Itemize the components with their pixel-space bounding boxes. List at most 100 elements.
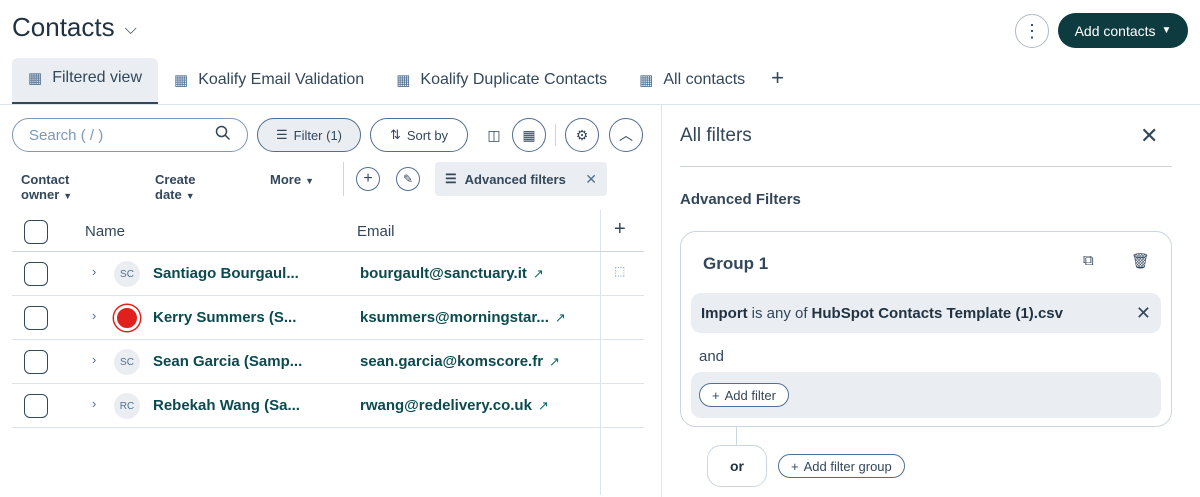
criterion-property: Import (701, 304, 748, 322)
more-label: More (270, 172, 302, 187)
chevron-right-icon[interactable]: › (92, 308, 96, 323)
add-contacts-button[interactable]: Add contacts ▼ (1058, 13, 1188, 48)
panel-title: All filters (680, 125, 752, 146)
email-text: ksummers@morningstar... (360, 309, 549, 326)
create-date-dropdown[interactable]: Create date ▼ (155, 172, 195, 202)
filter-group: Group 1 ⧉ 🗑 Import is any of HubSpot Con… (680, 231, 1172, 427)
page-title-text: Contacts (12, 12, 115, 42)
row-checkbox[interactable] (24, 394, 48, 418)
group-connector (736, 427, 737, 445)
filter-lines-icon: ☰ (275, 127, 288, 142)
table-view-button[interactable]: ▦ (512, 118, 546, 152)
chevron-down-icon: ⌵ (124, 20, 137, 38)
column-header-name[interactable]: Name (85, 223, 125, 240)
table-icon: ▦ (522, 126, 536, 143)
caret-down-icon: ▼ (185, 191, 195, 201)
filters-divider (343, 162, 344, 196)
external-link-icon[interactable]: ↗ (533, 266, 544, 282)
external-link-icon[interactable]: ↗ (555, 310, 566, 326)
panel-divider (680, 166, 1172, 167)
more-filters-dropdown[interactable]: More ▼ (270, 172, 314, 187)
plus-icon: + (791, 458, 799, 474)
tab-filtered-view[interactable]: ▦ Filtered view (12, 58, 158, 104)
select-all-checkbox[interactable] (24, 220, 48, 244)
contacts-table: Name Email + › SC Santiago Bourgaul... b… (12, 210, 644, 495)
gear-icon: ⚙ (575, 126, 589, 143)
contact-name-link[interactable]: Santiago Bourgaul... (153, 265, 299, 282)
advanced-filters-label: Advanced filters (464, 171, 566, 187)
external-link-icon[interactable]: ↗ (549, 354, 560, 370)
caret-down-icon: ▼ (63, 191, 73, 201)
plus-icon: + (771, 65, 785, 90)
sort-button[interactable]: ⇅ Sort by (370, 118, 468, 152)
add-filter-button[interactable]: + Add filter (699, 383, 789, 407)
close-panel-button[interactable]: ✕ (1140, 123, 1158, 149)
sort-label: Sort by (406, 127, 449, 143)
table-row[interactable]: › SC Santiago Bourgaul... bourgault@sanc… (12, 252, 644, 296)
add-filter-row: + Add filter (691, 372, 1161, 418)
email-text: sean.garcia@komscore.fr (360, 353, 544, 370)
row-checkbox[interactable] (24, 262, 48, 286)
close-icon[interactable]: ✕ (585, 171, 597, 188)
add-contacts-label: Add contacts (1074, 22, 1156, 39)
table-icon: ▦ (396, 72, 411, 89)
plus-icon: + (712, 387, 720, 403)
filter-criterion[interactable]: Import is any of HubSpot Contacts Templa… (691, 293, 1161, 333)
row-checkbox[interactable] (24, 350, 48, 374)
filter-button[interactable]: ☰ Filter (1) (257, 118, 361, 152)
contact-email-link[interactable]: bourgault@sanctuary.it ↗ (360, 265, 544, 282)
table-row[interactable]: › SC Sean Garcia (Samp... sean.garcia@ko… (12, 340, 644, 384)
email-text: rwang@redelivery.co.uk (360, 397, 532, 414)
filter-lines-icon: ☰ (445, 171, 457, 186)
toolbar-divider (555, 124, 556, 146)
contact-email-link[interactable]: sean.garcia@komscore.fr ↗ (360, 353, 560, 370)
tab-label: Filtered view (52, 69, 142, 86)
tab-label: Koalify Duplicate Contacts (420, 71, 608, 88)
tab-koalify-email-validation[interactable]: ▦ Koalify Email Validation (158, 60, 380, 100)
caret-down-icon: ▼ (1161, 25, 1172, 36)
avatar: SC (114, 349, 140, 375)
contact-name-link[interactable]: Rebekah Wang (Sa... (153, 397, 300, 414)
search-icon (215, 125, 231, 145)
row-checkbox[interactable] (24, 306, 48, 330)
external-link-icon[interactable]: ↗ (538, 398, 549, 414)
contact-email-link[interactable]: ksummers@morningstar... ↗ (360, 309, 566, 326)
table-row[interactable]: › RC Rebekah Wang (Sa... rwang@redeliver… (12, 384, 644, 428)
contact-name-link[interactable]: Sean Garcia (Samp... (153, 353, 302, 370)
email-text: bourgault@sanctuary.it (360, 265, 527, 282)
filter-label: Filter (1) (293, 127, 343, 143)
add-filter-button[interactable]: + (356, 167, 380, 191)
chevron-right-icon[interactable]: › (92, 396, 96, 411)
board-view-button[interactable]: ◫ (477, 118, 511, 152)
advanced-filters-chip[interactable]: ☰ Advanced filters ✕ (435, 162, 607, 196)
contact-owner-dropdown[interactable]: Contact owner ▼ (21, 172, 72, 202)
preview-icon[interactable]: ⬚ (614, 264, 625, 278)
more-actions-button[interactable]: ⋮ (1015, 14, 1049, 48)
chevron-right-icon[interactable]: › (92, 352, 96, 367)
delete-group-button[interactable]: 🗑 (1131, 252, 1150, 270)
pencil-icon: ✎ (402, 172, 414, 186)
column-header-email[interactable]: Email (357, 223, 395, 240)
or-label: or (707, 445, 767, 487)
page-title[interactable]: Contacts ⌵ (12, 12, 137, 43)
remove-filter-button[interactable]: ✕ (1136, 303, 1151, 324)
contact-email-link[interactable]: rwang@redelivery.co.uk ↗ (360, 397, 549, 414)
edit-filters-button[interactable]: ✎ (396, 167, 420, 191)
tab-all-contacts[interactable]: ▦ All contacts (623, 60, 761, 100)
chevron-right-icon[interactable]: › (92, 264, 96, 279)
vertical-ellipsis-icon: ⋮ (1023, 20, 1041, 41)
contact-name-link[interactable]: Kerry Summers (S... (153, 309, 296, 326)
clone-group-button[interactable]: ⧉ (1083, 252, 1094, 269)
search-input[interactable]: Search ( / ) (12, 118, 248, 152)
add-filter-group-label: Add filter group (803, 458, 892, 474)
add-filter-group-button[interactable]: + Add filter group (778, 454, 905, 478)
collapse-button[interactable]: ︿ (609, 118, 643, 152)
table-icon: ▦ (639, 72, 654, 89)
chevron-up-icon: ︿ (619, 127, 633, 143)
add-view-button[interactable]: + (761, 58, 794, 98)
tab-koalify-duplicate-contacts[interactable]: ▦ Koalify Duplicate Contacts (380, 60, 623, 100)
table-row[interactable]: › Kerry Summers (S... ksummers@morningst… (12, 296, 644, 340)
board-icon: ◫ (487, 126, 501, 143)
add-column-button[interactable]: + (614, 218, 626, 241)
settings-button[interactable]: ⚙ (565, 118, 599, 152)
